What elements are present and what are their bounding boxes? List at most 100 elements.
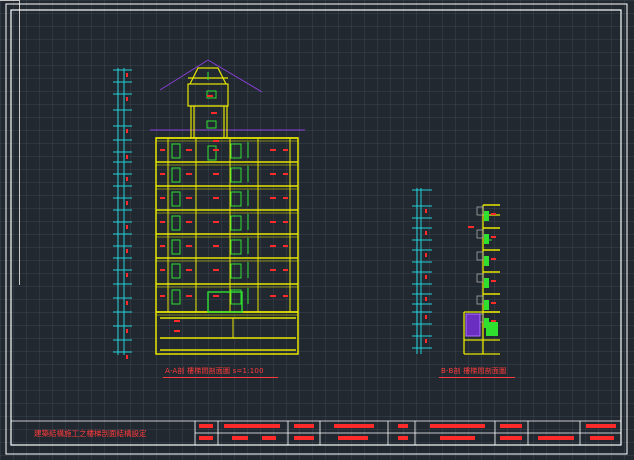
stair-flight (230, 215, 242, 231)
stair-flight (171, 239, 181, 255)
annotation-mark (491, 320, 496, 322)
dimension-text (126, 201, 128, 205)
annotation-mark (211, 112, 217, 114)
annotation-mark (213, 197, 219, 199)
annotation-mark (160, 173, 165, 175)
drawing-frame (5, 3, 628, 455)
dimension-text (425, 297, 427, 301)
stair-flight (230, 143, 242, 159)
stair-section (484, 300, 489, 310)
dimension-text (126, 249, 128, 253)
annotation-mark (270, 295, 276, 297)
section-a-caption: A-A剖 樓梯間剖面圖 s=1:100 (165, 367, 264, 375)
stair-flight (171, 263, 181, 279)
dimension-text (126, 97, 128, 101)
dimension-text (425, 209, 427, 213)
annotation-mark (207, 95, 213, 97)
annotation-mark (270, 221, 276, 223)
dimension-text (425, 275, 427, 279)
annotation-mark (270, 197, 276, 199)
stair-flight (171, 289, 181, 305)
beam-section (476, 273, 484, 283)
cad-drawing-svg (5, 3, 628, 455)
annotation-mark (186, 269, 192, 271)
annotation-mark (213, 295, 219, 297)
penthouse-stair (206, 72, 217, 129)
dimension-ticks-a (113, 69, 132, 359)
annotation-mark (491, 280, 496, 282)
stair-flight (171, 143, 181, 159)
dimension-text (126, 129, 128, 133)
annotation-mark (186, 197, 192, 199)
annotation-mark (160, 269, 165, 271)
dimension-text (126, 155, 128, 159)
stair-section (484, 256, 489, 266)
stair-flight (171, 191, 181, 207)
annotation-mark (468, 226, 474, 228)
dimension-text (126, 329, 128, 333)
stair-flight (230, 167, 242, 183)
stair-flights-a (171, 142, 249, 313)
stair-flight (230, 191, 242, 207)
annotation-mark (283, 221, 288, 223)
floor-slabs-b (476, 204, 500, 328)
beam-section (476, 251, 484, 261)
annotation-marks-b (468, 213, 496, 322)
annotation-mark (283, 149, 288, 151)
dimension-text (126, 73, 128, 77)
title-block-entries (199, 424, 616, 440)
annotation-mark (491, 302, 496, 304)
annotation-mark (213, 140, 219, 142)
annotation-mark (270, 149, 276, 151)
title-block-project-title: 建築結構施工之樓梯剖面結構設定 (34, 429, 147, 438)
dimension-text (126, 177, 128, 181)
annotation-mark (213, 173, 219, 175)
annotation-mark (213, 245, 219, 247)
annotation-mark (283, 245, 288, 247)
stair-flight (230, 263, 242, 279)
annotation-mark (174, 320, 180, 322)
section-a-caption-underline (163, 377, 278, 378)
dimension-chain-right (416, 188, 422, 354)
annotation-mark (283, 197, 288, 199)
annotation-mark (160, 221, 165, 223)
annotation-mark (160, 149, 165, 151)
annotation-mark (491, 258, 496, 260)
annotation-mark (160, 197, 165, 199)
stair-section (484, 234, 489, 244)
section-b-caption: B-B剖 樓梯間剖面圖 (441, 367, 507, 375)
annotation-mark (174, 330, 180, 332)
annotation-mark (160, 295, 165, 297)
dimension-text (425, 339, 427, 343)
beam-section (476, 229, 484, 239)
top-stair (207, 145, 217, 161)
annotation-mark (283, 295, 288, 297)
stair-flight (171, 215, 181, 231)
annotation-mark (186, 295, 192, 297)
stair-section (484, 211, 489, 221)
annotation-mark (270, 173, 276, 175)
stair-flight (230, 239, 242, 255)
annotation-mark (283, 269, 288, 271)
annotation-mark (186, 221, 192, 223)
beam-section (476, 206, 484, 216)
dimension-ticks-b (412, 189, 432, 349)
annotation-mark (160, 245, 165, 247)
dimension-text (425, 231, 427, 235)
annotation-mark (270, 245, 276, 247)
section-b-caption-underline (439, 377, 515, 378)
dimension-text (126, 273, 128, 277)
dimension-text (425, 253, 427, 257)
dimension-text (126, 301, 128, 305)
annotation-mark (270, 269, 276, 271)
dimension-text (126, 225, 128, 229)
beam-section (476, 295, 484, 305)
annotation-mark (213, 149, 219, 151)
annotation-mark (213, 269, 219, 271)
annotation-mark (491, 213, 496, 215)
annotation-mark (213, 221, 219, 223)
dimension-text (126, 355, 128, 359)
dimension-text (425, 315, 427, 319)
annotation-mark (186, 245, 192, 247)
annotation-mark (283, 173, 288, 175)
